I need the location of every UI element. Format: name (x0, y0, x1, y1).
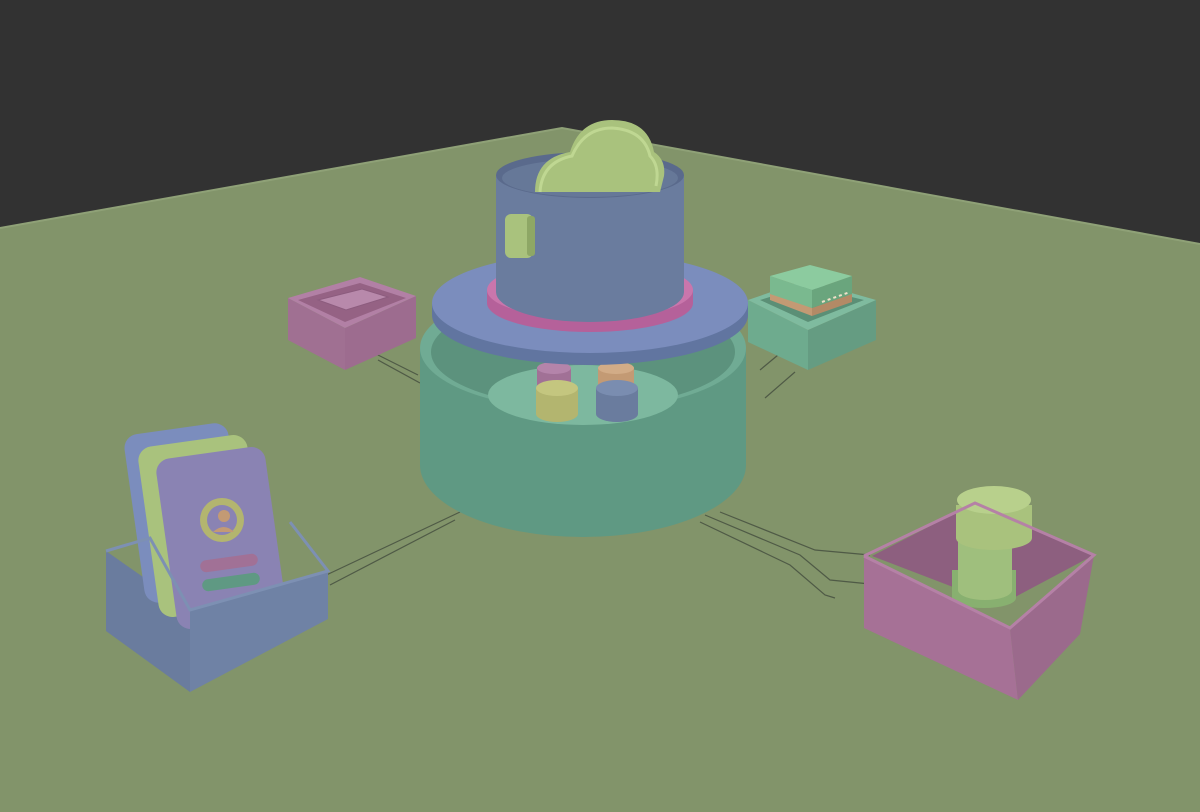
scene-canvas (0, 0, 1200, 812)
drum-core-plate (488, 365, 678, 425)
3d-viewport[interactable] (0, 0, 1200, 812)
